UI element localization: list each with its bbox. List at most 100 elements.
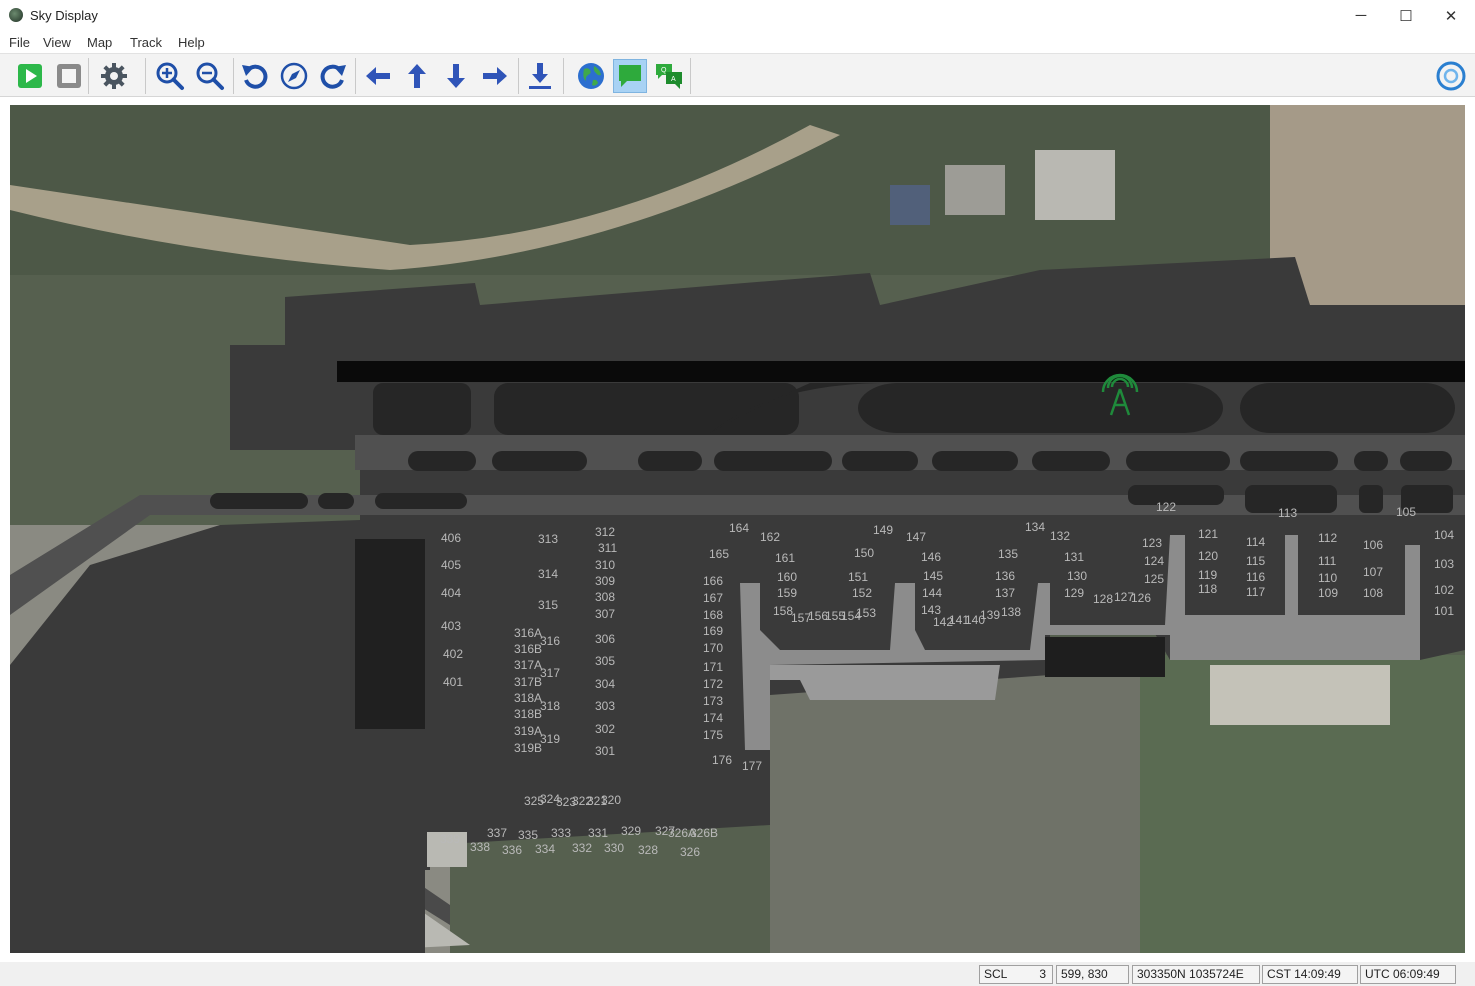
stand-label: 320 (601, 793, 621, 807)
stop-icon (57, 64, 81, 88)
stand-label: 332 (572, 841, 592, 855)
maximize-button[interactable]: ☐ (1383, 0, 1429, 31)
stand-label: 329 (621, 824, 641, 838)
rotate-right-icon (320, 64, 346, 89)
zoom-in-icon (156, 62, 184, 90)
stand-label: 126 (1131, 591, 1151, 605)
stand-label: 326 (680, 845, 700, 859)
stand-label: 107 (1363, 565, 1383, 579)
stand-label: 125 (1144, 572, 1164, 586)
rotate-left-icon (242, 64, 268, 89)
stand-label: 317 (540, 666, 560, 680)
stand-label: 122 (1156, 500, 1176, 514)
stand-label: 132 (1050, 529, 1070, 543)
chat-bubble-icon (619, 65, 641, 87)
rotate-right-button[interactable] (316, 59, 350, 93)
app-logo-icon (9, 8, 23, 22)
menu-view[interactable]: View (43, 35, 71, 50)
zoom-in-button[interactable] (153, 59, 187, 93)
pan-left-button[interactable] (361, 59, 395, 93)
qa-chat-button[interactable]: Q A (652, 59, 686, 93)
settings-button[interactable] (97, 59, 131, 93)
stand-label: 160 (777, 570, 797, 584)
stand-label: 334 (535, 842, 555, 856)
cursor-field: 599, 830 (1056, 965, 1129, 984)
stand-label: 103 (1434, 557, 1454, 571)
minimize-button[interactable]: ─ (1338, 0, 1384, 31)
stand-label: 167 (703, 591, 723, 605)
stand-label: 101 (1434, 604, 1454, 618)
menu-track[interactable]: Track (130, 35, 162, 50)
close-button[interactable]: ✕ (1428, 0, 1474, 31)
stand-label: 151 (848, 570, 868, 584)
stand-label: 128 (1093, 592, 1113, 606)
pan-right-button[interactable] (478, 59, 512, 93)
stand-label: 129 (1064, 586, 1084, 600)
airport-map[interactable]: 406 405 404 403 402 401 313 312 311 310 309 308 307 3… (10, 105, 1465, 953)
stand-label: 304 (595, 677, 615, 691)
stand-label: 337 (487, 826, 507, 840)
stand-label: 314 (538, 567, 558, 581)
compass-button[interactable] (277, 59, 311, 93)
zoom-out-button[interactable] (193, 59, 227, 93)
stand-label: 139 (980, 608, 1000, 622)
stand-label: 404 (441, 586, 461, 600)
stand-label: 111 (1318, 554, 1337, 568)
stand-label: 336 (502, 843, 522, 857)
status-bar: SCL 3 599, 830 303350N 1035724E CST 14:0… (0, 962, 1475, 986)
stand-label: 317B (514, 675, 542, 689)
stand-label: 174 (703, 711, 723, 725)
stand-label: 161 (775, 551, 795, 565)
stand-label: 124 (1144, 554, 1164, 568)
menu-map[interactable]: Map (87, 35, 112, 50)
stand-label: 147 (906, 530, 926, 544)
stand-label: 168 (703, 608, 723, 622)
stand-label: 303 (595, 699, 615, 713)
stand-label: 169 (703, 624, 723, 638)
pan-down-button[interactable] (439, 59, 473, 93)
globe-icon (578, 63, 604, 89)
stand-label: 165 (709, 547, 729, 561)
stand-label: 114 (1246, 535, 1265, 549)
arrow-down-icon (447, 64, 465, 88)
stand-label: 152 (852, 586, 872, 600)
stand-label: 309 (595, 574, 615, 588)
menu-file[interactable]: File (9, 35, 30, 50)
stand-label: 402 (443, 647, 463, 661)
stand-label: 170 (703, 641, 723, 655)
globe-button[interactable] (574, 59, 608, 93)
arrow-left-icon (366, 67, 390, 85)
window-title: Sky Display (30, 8, 98, 23)
chat-button[interactable] (613, 59, 647, 93)
stand-label: 177 (742, 759, 762, 773)
stand-label: 116 (1246, 570, 1265, 584)
stand-label: 138 (1001, 605, 1021, 619)
play-button[interactable] (13, 59, 47, 93)
stand-label: 159 (777, 586, 797, 600)
play-icon (18, 64, 42, 88)
stand-label: 401 (443, 675, 463, 689)
stand-label: 319 (540, 732, 560, 746)
stand-label: 134 (1025, 520, 1045, 534)
rotate-left-button[interactable] (238, 59, 272, 93)
stand-label: 137 (995, 586, 1015, 600)
gear-icon (101, 63, 127, 89)
stand-label: 318B (514, 707, 542, 721)
title-bar: Sky Display ─ ☐ ✕ (0, 0, 1475, 31)
svg-text:A: A (671, 76, 676, 83)
brand-logo-icon (1436, 61, 1466, 91)
pan-up-button[interactable] (400, 59, 434, 93)
stand-label: 108 (1363, 586, 1383, 600)
stop-button[interactable] (52, 59, 86, 93)
stand-label: 305 (595, 654, 615, 668)
download-button[interactable] (523, 59, 557, 93)
stand-label: 330 (604, 841, 624, 855)
stand-label: 119 (1198, 568, 1217, 582)
zoom-out-icon (196, 62, 224, 90)
map-canvas[interactable]: 406 405 404 403 402 401 313 312 311 310 309 308 307 3… (10, 105, 1465, 953)
stand-label: 117 (1246, 585, 1265, 599)
stand-label: 176 (712, 753, 732, 767)
stand-label: 306 (595, 632, 615, 646)
qa-chat-icon: Q A (656, 64, 682, 89)
menu-help[interactable]: Help (178, 35, 205, 50)
